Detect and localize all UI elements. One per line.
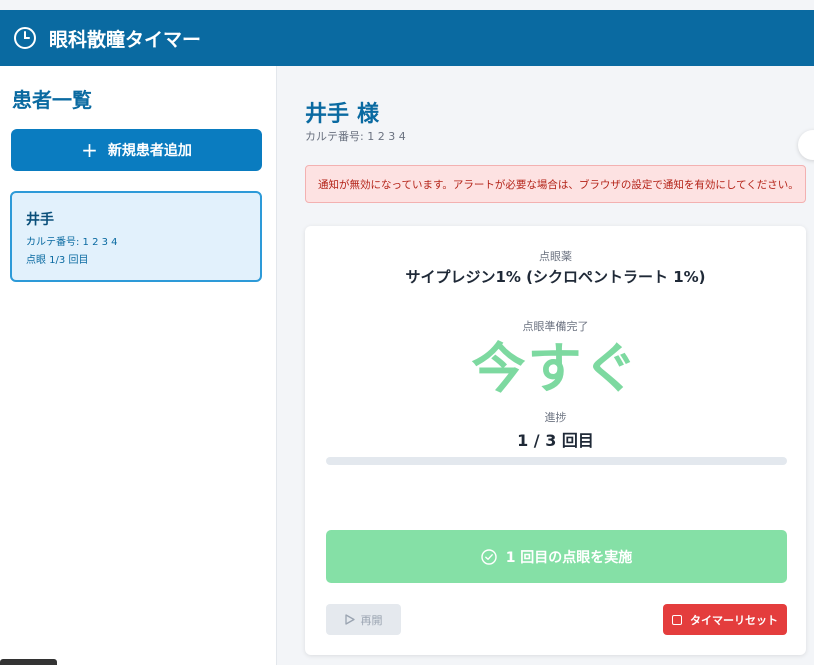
- administer-drops-label: 1 回目の点眼を実施: [505, 549, 633, 566]
- countdown-display: 今すぐ: [471, 337, 640, 400]
- clock-icon: [14, 27, 36, 49]
- timer-card: 点眼薬 サイプレジン1% (シクロペントラート 1%) 点眼準備完了 今すぐ 進…: [305, 226, 806, 655]
- add-patient-label: 新規患者追加: [107, 143, 192, 159]
- patient-item-chart: カルテ番号: 1 2 3 4: [26, 237, 118, 248]
- main-panel: 井手様 カルテ番号: 1 2 3 4 通知が無効になっています。アラートが必要な…: [277, 66, 814, 665]
- drug-label: 点眼薬: [539, 250, 572, 263]
- taskbar-fragment: [0, 659, 57, 665]
- patient-item-status: 点眼 1/3 回目: [26, 255, 89, 266]
- stop-icon: [672, 614, 682, 625]
- app-header: 眼科散瞳タイマー: [0, 10, 814, 66]
- sidebar-heading: 患者一覧: [12, 88, 92, 112]
- progress-value: 1 / 3 回目: [517, 431, 594, 450]
- app-title: 眼科散瞳タイマー: [49, 28, 202, 51]
- patient-name: 井手: [305, 102, 350, 127]
- resume-button[interactable]: 再開: [326, 604, 401, 635]
- patient-chart-number: カルテ番号: 1 2 3 4: [305, 130, 406, 143]
- reset-timer-label: タイマーリセット: [690, 613, 778, 627]
- patient-item-name: 井手: [26, 212, 54, 228]
- play-icon: [344, 614, 355, 625]
- drug-name: サイプレジン1% (シクロペントラート 1%): [405, 268, 706, 286]
- progress-label: 進捗: [544, 411, 567, 424]
- notification-alert: 通知が無効になっています。アラートが必要な場合は、ブラウザの設定で通知を有効にし…: [305, 165, 806, 203]
- reset-timer-button[interactable]: タイマーリセット: [663, 604, 787, 635]
- administer-drops-button[interactable]: 1 回目の点眼を実施: [326, 530, 787, 583]
- page-title: 井手様: [305, 96, 379, 128]
- collapse-handle[interactable]: [798, 130, 814, 160]
- progress-bar: [326, 457, 787, 465]
- alert-text: 通知が無効になっています。アラートが必要な場合は、ブラウザの設定で通知を有効にし…: [318, 178, 799, 191]
- patient-name-suffix: 様: [357, 102, 380, 127]
- check-circle-icon: [480, 548, 497, 565]
- plus-icon: +: [81, 138, 98, 162]
- patient-sidebar: 患者一覧 + 新規患者追加 井手 カルテ番号: 1 2 3 4 点眼 1/3 回…: [0, 66, 277, 665]
- add-patient-button[interactable]: + 新規患者追加: [11, 129, 262, 171]
- patient-list-item[interactable]: 井手 カルテ番号: 1 2 3 4 点眼 1/3 回目: [10, 191, 262, 282]
- resume-label: 再開: [360, 613, 383, 627]
